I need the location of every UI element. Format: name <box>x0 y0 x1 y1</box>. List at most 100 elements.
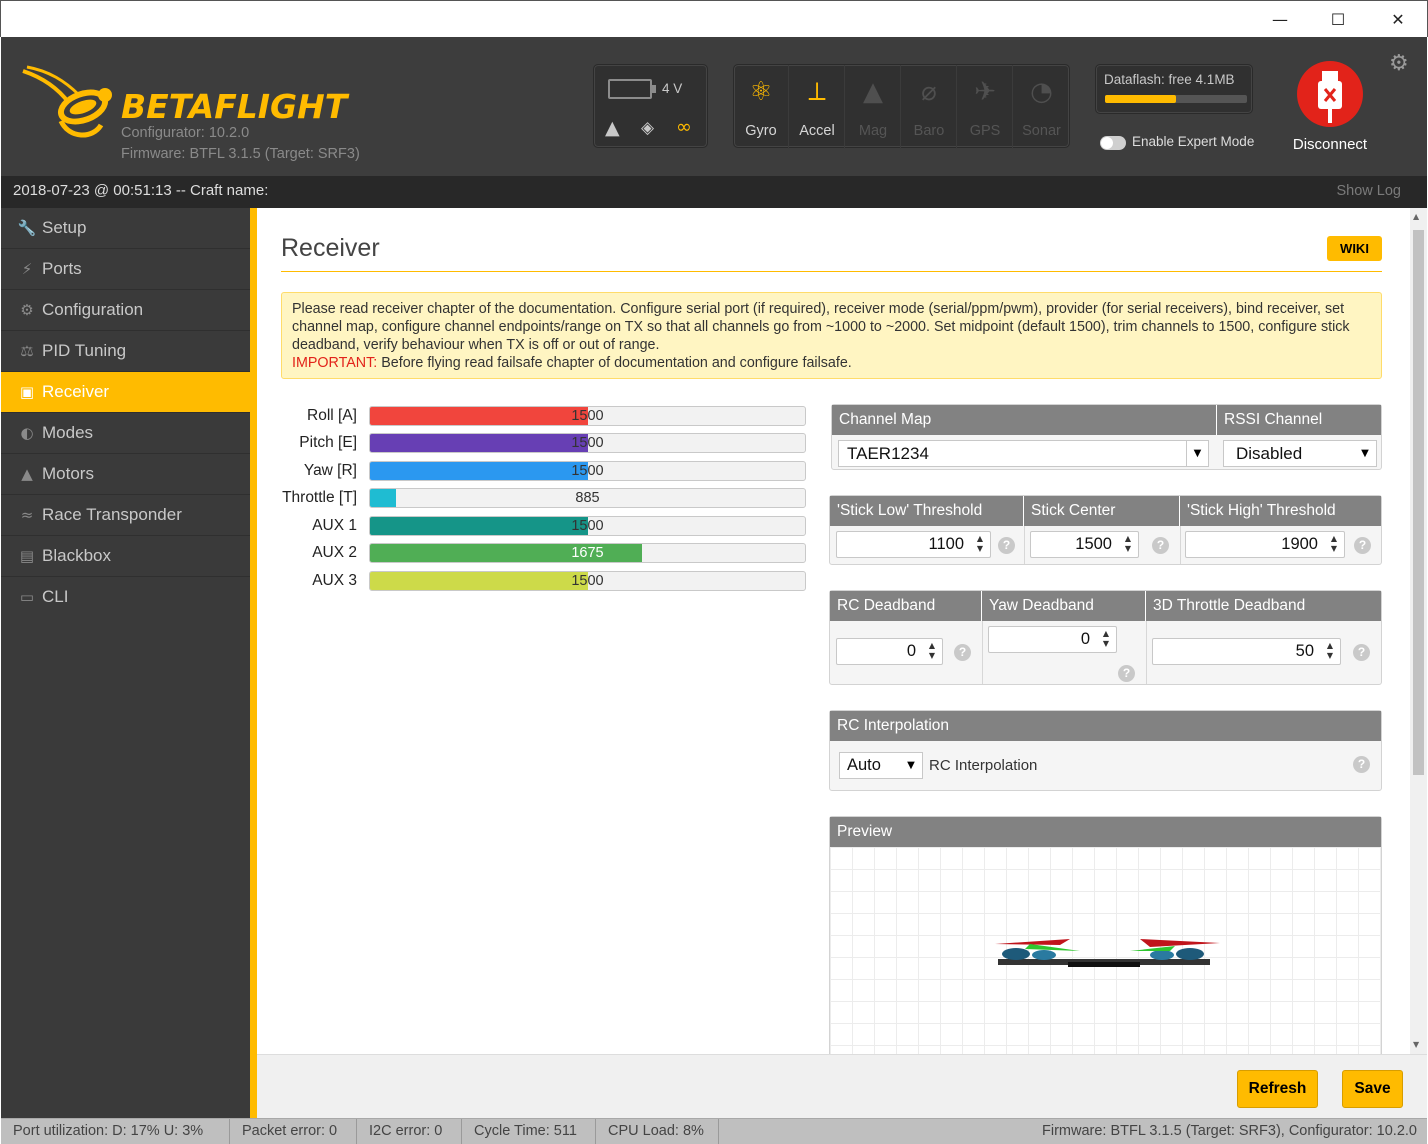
close-button[interactable]: ✕ <box>1375 1 1421 38</box>
baro-icon: ⌀ <box>921 77 937 107</box>
rc-deadband-input[interactable]: 0 ▲ ▼ <box>836 638 943 665</box>
sidebar-item-setup[interactable]: 🔧 Setup <box>1 208 250 249</box>
minimize-button[interactable]: — <box>1257 1 1303 38</box>
maximize-button[interactable]: ☐ <box>1315 1 1361 38</box>
spinner-arrows-icon[interactable]: ▲ ▼ <box>973 534 987 556</box>
wrench-icon: 🔧 <box>17 219 37 237</box>
save-button[interactable]: Save <box>1342 1070 1403 1108</box>
main-scrollbar[interactable]: ▲ ▼ <box>1410 208 1427 1054</box>
scroll-up-icon[interactable]: ▲ <box>1413 212 1419 221</box>
connection-status-bar: 2018-07-23 @ 00:51:13 -- Craft name: Sho… <box>1 176 1427 208</box>
footer-divider <box>718 1119 719 1144</box>
column-divider <box>1024 526 1025 564</box>
rc-interpolation-select[interactable]: Auto ▼ <box>839 752 923 779</box>
rssi-channel-select[interactable]: Disabled ▼ <box>1223 440 1377 467</box>
title-divider <box>281 271 1382 272</box>
stick-high-input[interactable]: 1900 ▲ ▼ <box>1185 531 1345 558</box>
mag-icon: ▲ <box>863 77 883 107</box>
wiki-button[interactable]: WIKI <box>1327 236 1382 261</box>
chevron-down-icon: ▼ <box>1361 448 1369 459</box>
sidebar-item-label: CLI <box>42 587 69 606</box>
throttle-deadband-value: 50 <box>1295 642 1314 660</box>
version-info: Firmware: BTFL 3.1.5 (Target: SRF3), Con… <box>1042 1123 1417 1139</box>
note-important-label: IMPORTANT: <box>292 355 378 371</box>
dataflash-bar <box>1105 95 1247 103</box>
help-icon[interactable]: ? <box>1118 665 1135 682</box>
channel-value: 1675 <box>571 545 604 561</box>
channel-map-input[interactable]: TAER1234 ▼ <box>838 440 1209 467</box>
pid-icon: ⚖ <box>20 342 34 360</box>
channel-name: Pitch [E] <box>299 434 357 451</box>
preview-header: Preview <box>837 823 893 840</box>
motor-icon: ▲ <box>21 465 33 483</box>
help-icon[interactable]: ? <box>998 537 1015 554</box>
page-title: Receiver <box>281 234 380 262</box>
channel-name: AUX 3 <box>312 572 357 589</box>
yaw-deadband-value: 0 <box>1080 630 1090 648</box>
channel-value: 1500 <box>571 573 604 589</box>
spinner-arrows-icon[interactable]: ▲ ▼ <box>1327 534 1341 556</box>
channel-bar: 885 <box>369 488 806 508</box>
channel-bar: 1675 <box>369 543 806 563</box>
help-icon[interactable]: ? <box>1353 756 1370 773</box>
stick-center-input[interactable]: 1500 ▲ ▼ <box>1030 531 1139 558</box>
sensor-baro: ⌀ Baro <box>902 65 957 149</box>
sensor-status-group: ⚛ Gyro ⟂ Accel ▲ Mag ⌀ Baro ✈ GPS ◔ Sona… <box>733 64 1070 149</box>
firmware-version: Firmware: BTFL 3.1.5 (Target: SRF3) <box>121 146 360 162</box>
stick-low-input[interactable]: 1100 ▲ ▼ <box>836 531 991 558</box>
disconnect-button[interactable] <box>1297 61 1363 127</box>
column-divider <box>1180 526 1181 564</box>
sensor-gyro: ⚛ Gyro <box>734 65 789 149</box>
rc-interpolation-header: RC Interpolation <box>837 717 950 734</box>
sidebar-item-label: Blackbox <box>42 546 111 565</box>
column-divider <box>1146 621 1147 684</box>
sidebar-item-cli[interactable]: ▭ CLI <box>1 577 250 618</box>
panel-header: 'Stick Low' Threshold Stick Center 'Stic… <box>830 496 1381 526</box>
refresh-button[interactable]: Refresh <box>1237 1070 1318 1108</box>
sidebar-item-race-transponder[interactable]: ≈ Race Transponder <box>1 495 250 536</box>
sidebar-item-motors[interactable]: ▲ Motors <box>1 454 250 495</box>
sidebar-item-receiver[interactable]: ▣ Receiver <box>1 372 250 413</box>
sidebar-item-modes[interactable]: ◐ Modes <box>1 413 250 454</box>
stick-center-header: Stick Center <box>1024 496 1180 526</box>
stick-low-value: 1100 <box>928 535 964 553</box>
channel-name: Throttle [T] <box>282 489 357 506</box>
panel-header: Preview <box>830 817 1381 847</box>
yaw-deadband-input[interactable]: 0 ▲ ▼ <box>988 626 1117 653</box>
battery-voltage: 4 V <box>662 81 683 96</box>
rc-interpolation-label: RC Interpolation <box>929 757 1038 774</box>
settings-gear-icon[interactable]: ⚙ <box>1389 51 1409 76</box>
scrollbar-thumb[interactable] <box>1413 230 1424 775</box>
sonar-icon: ◔ <box>1030 77 1053 107</box>
help-icon[interactable]: ? <box>1354 537 1371 554</box>
footer-divider <box>461 1119 462 1144</box>
throttle-deadband-input[interactable]: 50 ▲ ▼ <box>1152 638 1341 665</box>
spinner-arrows-icon[interactable]: ▲ ▼ <box>925 641 939 663</box>
channel-name: Yaw [R] <box>303 462 357 479</box>
channel-value: 885 <box>575 490 600 506</box>
spinner-arrows-icon[interactable]: ▲ ▼ <box>1323 641 1337 663</box>
quadcopter-model <box>995 939 1220 967</box>
show-log-link[interactable]: Show Log <box>1337 183 1402 199</box>
app-header: BETAFLIGHT Configurator: 10.2.0 Firmware… <box>1 37 1427 176</box>
help-icon[interactable]: ? <box>954 644 971 661</box>
modes-icon: ◐ <box>20 424 34 442</box>
usb-plug-icon <box>1318 71 1342 123</box>
sensor-label: Accel <box>799 123 835 139</box>
expert-mode-toggle[interactable] <box>1100 136 1126 150</box>
sensor-accel: ⟂ Accel <box>790 65 845 149</box>
sidebar-item-pid-tuning[interactable]: ⚖ PID Tuning <box>1 331 250 372</box>
spinner-arrows-icon[interactable]: ▲ ▼ <box>1121 534 1135 556</box>
sidebar-item-blackbox[interactable]: ▤ Blackbox <box>1 536 250 577</box>
spinner-arrows-icon[interactable]: ▲ ▼ <box>1099 629 1113 651</box>
model-preview-canvas <box>830 847 1381 1054</box>
rc-deadband-value: 0 <box>906 642 916 660</box>
channel-map-panel: Channel Map RSSI Channel TAER1234 ▼ Disa… <box>831 404 1382 470</box>
timestamp-craft-name: 2018-07-23 @ 00:51:13 -- Craft name: <box>13 182 269 199</box>
channel-bar: 1500 <box>369 433 806 453</box>
sidebar-item-configuration[interactable]: ⚙ Configuration <box>1 290 250 331</box>
sidebar-item-ports[interactable]: ⚡ Ports <box>1 249 250 290</box>
help-icon[interactable]: ? <box>1152 537 1169 554</box>
scroll-down-icon[interactable]: ▼ <box>1413 1040 1419 1049</box>
help-icon[interactable]: ? <box>1353 644 1370 661</box>
